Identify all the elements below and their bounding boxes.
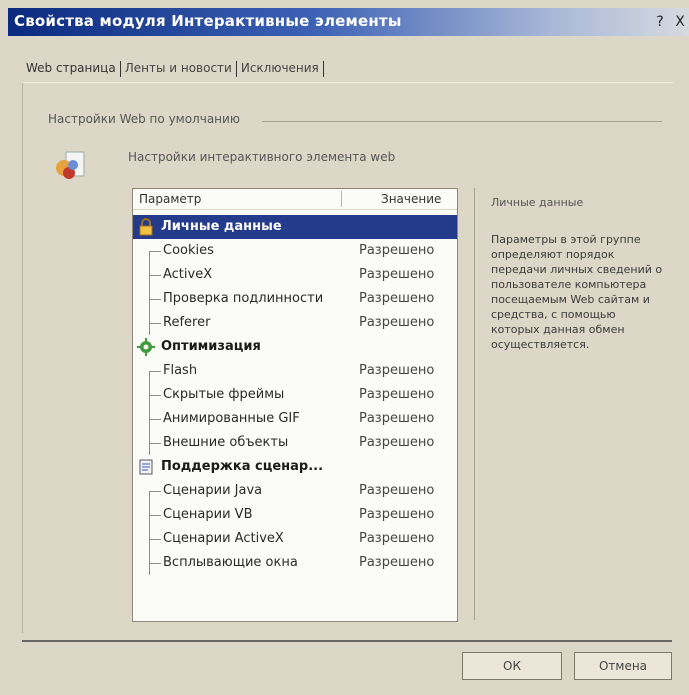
help-button[interactable]: ? [650,12,670,32]
tree-item-referer[interactable]: Referer Разрешено [133,311,457,335]
title-bar[interactable]: Свойства модуля Интерактивные элементы ?… [8,8,689,36]
tree-value: Разрешено [359,531,435,546]
tree-value: Разрешено [359,363,435,378]
settings-tree-list[interactable]: Параметр Значение Личные данные Cookies … [132,188,458,622]
tree-item-external-objects[interactable]: Внешние объекты Разрешено [133,431,457,455]
tree-value: Разрешено [359,267,435,282]
tab-separator [322,60,324,77]
column-header-parameter[interactable]: Параметр [139,192,201,206]
tree-branch [149,251,161,252]
tree-value: Разрешено [359,435,435,450]
bottom-divider [22,640,672,642]
tree-group-personal-data[interactable]: Личные данные [133,215,457,239]
tree-item-popup-windows[interactable]: Всплывающие окна Разрешено [133,551,457,575]
tree-label: Личные данные [161,219,282,234]
info-text: Параметры в этой группе определяют поряд… [491,233,663,351]
list-header: Параметр Значение [133,189,457,210]
properties-dialog: Свойства модуля Интерактивные элементы ?… [0,0,689,695]
tab-exceptions[interactable]: Исключения [237,58,323,78]
tab-strip: Web страница Ленты и новости Исключения [22,58,324,82]
tab-feeds-news[interactable]: Ленты и новости [121,58,236,78]
tree-group-optimization[interactable]: Оптимизация [133,335,457,359]
info-panel: Личные данные Параметры в этой группе оп… [474,188,671,620]
tree-label: Cookies [163,243,214,258]
tree-value: Разрешено [359,243,435,258]
tree-label: Всплывающие окна [163,555,298,570]
tree-label: Поддержка сценар... [161,459,324,474]
tree-label: Внешние объекты [163,435,289,450]
close-button[interactable]: X [670,12,689,32]
tree-label: Сценарии Java [163,483,263,498]
tree-item-cookies[interactable]: Cookies Разрешено [133,239,457,263]
tree-value: Разрешено [359,483,435,498]
tree-value: Разрешено [359,555,435,570]
tree-label: ActiveX [163,267,213,282]
column-header-value[interactable]: Значение [381,192,441,206]
tree-item-java-scripts[interactable]: Сценарии Java Разрешено [133,479,457,503]
tree-branch [149,323,161,324]
tree-label: Referer [163,315,211,330]
group-title: Настройки Web по умолчанию [48,112,240,126]
tree-branch [149,371,161,372]
window-title: Свойства модуля Интерактивные элементы [14,12,402,30]
tree-label: Проверка подлинности [163,291,324,306]
gear-icon [137,338,155,356]
tree-branch [149,275,161,276]
tree-value: Разрешено [359,411,435,426]
tree-value: Разрешено [359,291,435,306]
tree-branch [149,419,161,420]
tree-item-flash[interactable]: Flash Разрешено [133,359,457,383]
tree-item-authentication[interactable]: Проверка подлинности Разрешено [133,287,457,311]
interactive-elements-icon [56,151,85,179]
tree-label: Оптимизация [161,339,261,354]
tree-item-activex-scripts[interactable]: Сценарии ActiveX Разрешено [133,527,457,551]
tree-value: Разрешено [359,387,435,402]
tree-item-activex[interactable]: ActiveX Разрешено [133,263,457,287]
tree-label: Flash [163,363,198,378]
tab-web-page[interactable]: Web страница [22,58,120,78]
tree-value: Разрешено [359,315,435,330]
tree-branch [149,539,161,540]
group-description: Настройки интерактивного элемента web [128,150,396,164]
group-divider [262,121,662,122]
tree-branch [149,515,161,516]
column-separator[interactable] [341,191,342,207]
tree-label: Скрытые фреймы [163,387,285,402]
info-title: Личные данные [491,196,584,209]
lock-icon [139,218,153,236]
tree-label: Сценарии ActiveX [163,531,284,546]
tree-branch [149,563,161,564]
tree-branch [149,299,161,300]
tree-value: Разрешено [359,507,435,522]
tree-label: Сценарии VB [163,507,253,522]
tree-branch [149,395,161,396]
tree-label: Анимированные GIF [163,411,300,426]
ok-button[interactable]: ОК [462,652,562,680]
tree-item-vb-scripts[interactable]: Сценарии VB Разрешено [133,503,457,527]
script-icon [139,459,153,475]
tree-group-script-support[interactable]: Поддержка сценар... [133,455,457,479]
tree-branch [149,491,161,492]
cancel-button[interactable]: Отмена [574,652,672,680]
tree-item-animated-gif[interactable]: Анимированные GIF Разрешено [133,407,457,431]
tree-item-hidden-frames[interactable]: Скрытые фреймы Разрешено [133,383,457,407]
tree-branch [149,443,161,444]
